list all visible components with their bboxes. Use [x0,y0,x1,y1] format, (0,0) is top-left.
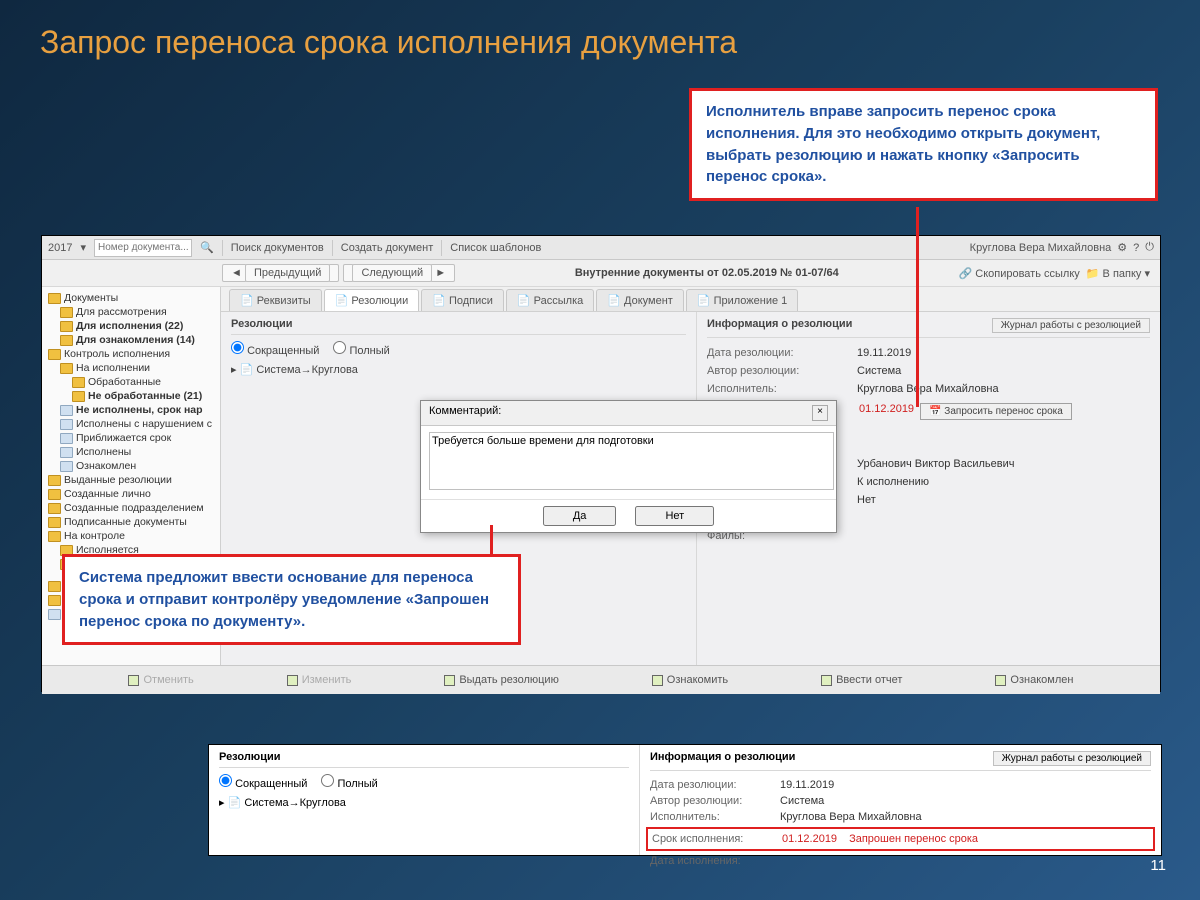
callout-top: Исполнитель вправе запросить перенос сро… [689,88,1158,201]
tab-Приложение 1[interactable]: 📄 Приложение 1 [686,289,798,311]
tab-Резолюции[interactable]: 📄 Резолюции [324,289,420,311]
search-docs-link[interactable]: Поиск документов [231,242,324,254]
slide-title: Запрос переноса срока исполнения докумен… [40,24,737,61]
journal-button[interactable]: Журнал работы с резолюцией [992,318,1150,333]
tree-item[interactable]: Для ознакомления (14) [42,333,220,347]
s2-resolutions-header: Резолюции [219,751,629,768]
close-icon[interactable]: × [812,405,828,421]
doc-tabs: 📄 Реквизиты📄 Резолюции📄 Подписи📄 Рассылк… [221,287,1160,312]
info-header: Информация о резолюции [707,318,852,333]
tree-item[interactable]: Для рассмотрения [42,305,220,319]
s2-radio-short[interactable]: Сокращенный [219,774,307,790]
tree-item[interactable]: Выданные резолюции [42,473,220,487]
tree-item[interactable]: На исполнении [42,361,220,375]
resolution-tree-item[interactable]: ▸ 📄 Система→Круглова [231,363,686,376]
action-Выдать резолюцию[interactable]: Выдать резолюцию [444,674,559,686]
year-selector[interactable]: 2017 [48,242,72,254]
power-icon[interactable]: ⏻ [1145,241,1154,254]
request-deadline-button[interactable]: 📅 Запросить перенос срока [920,403,1072,420]
tree-item[interactable]: Приближается срок [42,431,220,445]
radio-full[interactable]: Полный [333,341,389,357]
app-toolbar: 2017▾ 🔍 Поиск документов Создать докумен… [42,236,1160,260]
tab-Рассылка[interactable]: 📄 Рассылка [506,289,594,311]
no-button[interactable]: Нет [635,506,714,526]
tree-item[interactable]: Для исполнения (22) [42,319,220,333]
info-row: Дата резолюции:19.11.2019 [650,777,1151,793]
resolutions-header: Резолюции [231,318,686,335]
info-row: Исполнитель:Круглова Вера Михайловна [707,380,1150,398]
action-Ознакомлен[interactable]: Ознакомлен [995,674,1073,686]
doc-number-input[interactable] [94,239,192,257]
tree-item[interactable]: Ознакомлен [42,459,220,473]
dialog-title: Комментарий: [429,405,501,421]
gear-icon[interactable]: ⚙ [1117,241,1127,254]
info-row: Исполнитель:Круглова Вера Михайловна [650,809,1151,825]
tab-Документ[interactable]: 📄 Документ [596,289,684,311]
s2-info-header: Информация о резолюции [650,751,795,766]
document-title: Внутренние документы от 02.05.2019 № 01-… [455,267,958,279]
create-doc-link[interactable]: Создать документ [341,242,434,254]
tree-item[interactable]: Контроль исполнения [42,347,220,361]
s2-deadline-date: 01.12.2019 [782,833,837,845]
search-icon[interactable]: 🔍 [200,241,214,254]
radio-short[interactable]: Сокращенный [231,341,319,357]
yes-button[interactable]: Да [543,506,617,526]
tree-item[interactable]: Созданные подразделением [42,501,220,515]
tree-item[interactable]: На контроле [42,529,220,543]
s2-tree-item[interactable]: ▸ 📄 Система→Круглова [219,796,629,809]
callout-bottom: Система предложит ввести основание для п… [62,554,521,645]
deadline-date: 01.12.2019 [859,403,914,420]
result-panel: Резолюции Сокращенный Полный ▸ 📄 Система… [208,744,1162,856]
action-Ввести отчет[interactable]: Ввести отчет [821,674,902,686]
tree-item[interactable]: Обработанные [42,375,220,389]
comment-dialog: Комментарий: × Да Нет [420,400,837,533]
tree-item[interactable]: Не исполнены, срок нар [42,403,220,417]
tree-item[interactable]: Документы [42,291,220,305]
action-Ознакомить[interactable]: Ознакомить [652,674,728,686]
tree-item[interactable]: Не обработанные (21) [42,389,220,403]
s2-deadline-status: Запрошен перенос срока [849,833,978,845]
help-icon[interactable]: ? [1133,242,1139,254]
deadline-highlight: Срок исполнения: 01.12.2019 Запрошен пер… [646,827,1155,851]
info-row: Дата резолюции:19.11.2019 [707,344,1150,362]
action-Изменить[interactable]: Изменить [287,674,352,686]
tab-Подписи[interactable]: 📄 Подписи [421,289,504,311]
doc-nav-row: ◄ Предыдущий Следующий ► Внутренние доку… [42,260,1160,287]
action-Отменить[interactable]: Отменить [128,674,193,686]
next-doc-button[interactable]: Следующий ► [343,264,455,282]
to-folder-button[interactable]: 📁 В папку ▾ [1086,267,1150,280]
tree-item[interactable]: Созданные лично [42,487,220,501]
copy-link-button[interactable]: 🔗 Скопировать ссылку [958,267,1079,280]
comment-textarea[interactable] [429,432,834,490]
action-toolbar: Отменить Изменить Выдать резолюцию Ознак… [42,665,1160,694]
tree-item[interactable]: Исполнены с нарушением с [42,417,220,431]
page-number: 11 [1150,857,1166,874]
s2-radio-full[interactable]: Полный [321,774,377,790]
current-user: Круглова Вера Михайловна [970,242,1112,254]
tab-Реквизиты[interactable]: 📄 Реквизиты [229,289,322,311]
prev-doc-button[interactable]: ◄ Предыдущий [222,264,339,282]
info-row: Автор резолюции:Система [707,362,1150,380]
tree-item[interactable]: Подписанные документы [42,515,220,529]
templates-link[interactable]: Список шаблонов [450,242,541,254]
info-row: Автор резолюции:Система [650,793,1151,809]
tree-item[interactable]: Исполнены [42,445,220,459]
s2-journal-button[interactable]: Журнал работы с резолюцией [993,751,1151,766]
